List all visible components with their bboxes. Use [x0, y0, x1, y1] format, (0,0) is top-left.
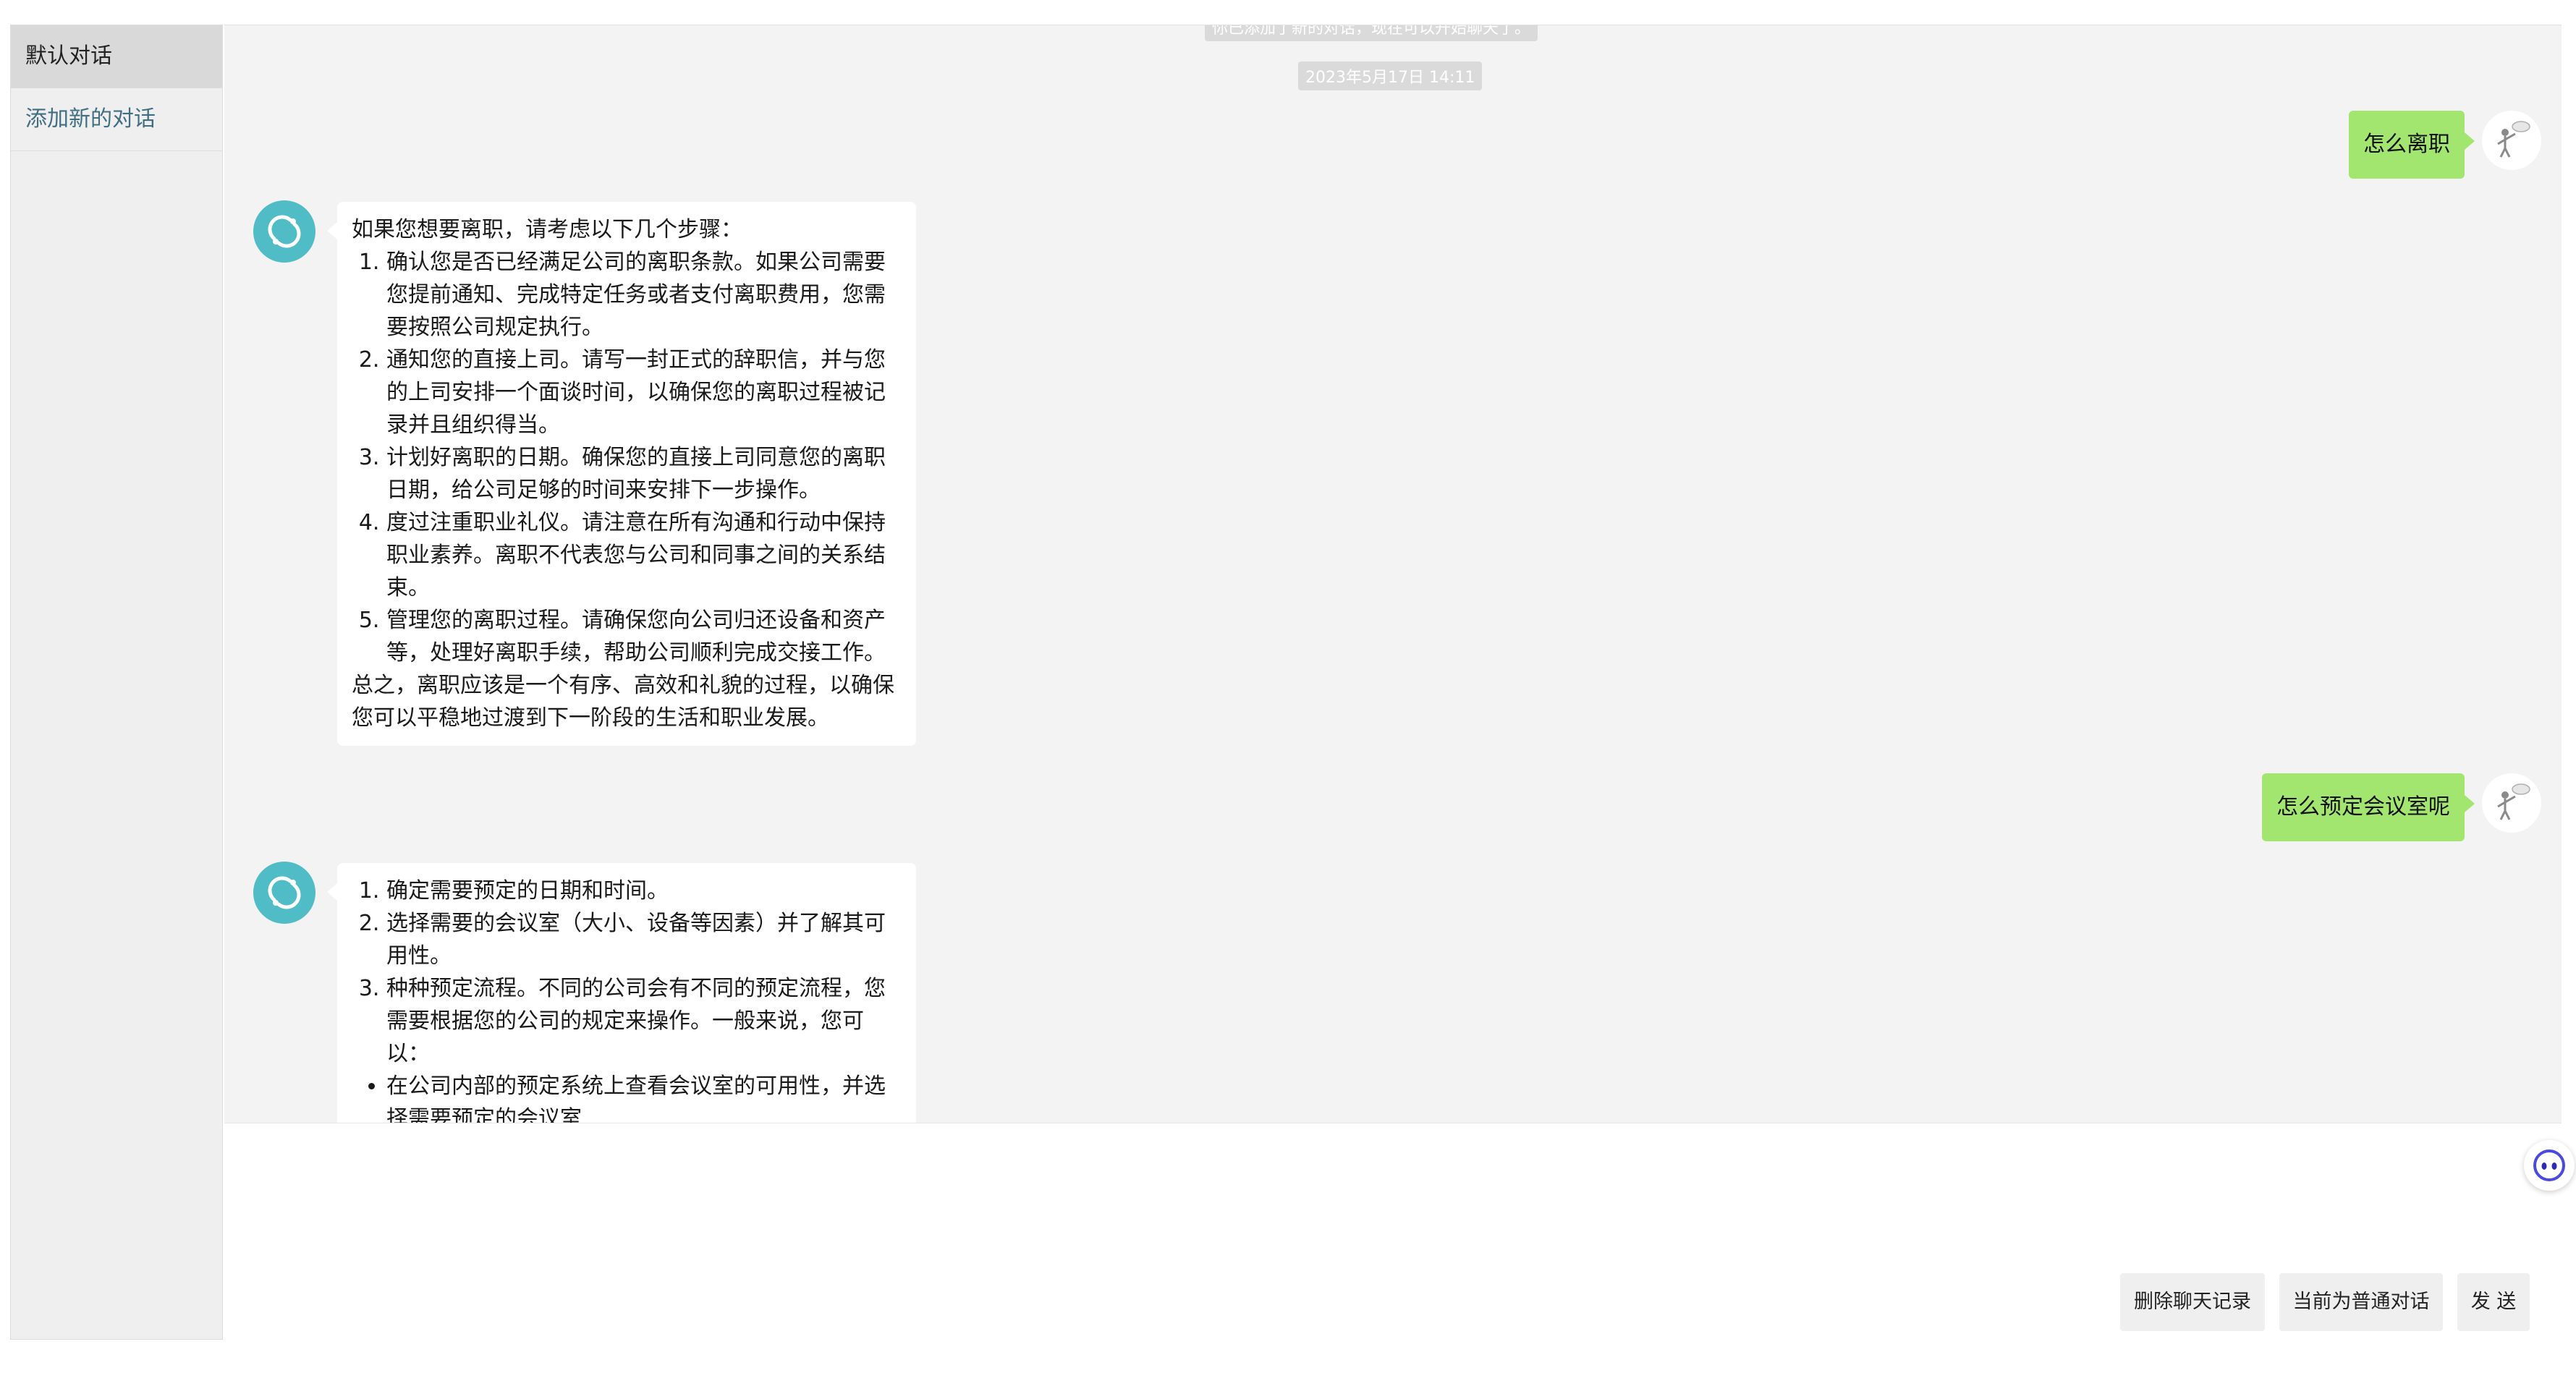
bot-message-bubble: 如果您想要离职，请考虑以下几个步骤： 确认您是否已经满足公司的离职条款。如果公司…: [327, 202, 916, 746]
bot-message-steps: 确定需要预定的日期和时间。 选择需要的会议室（大小、设备等因素）并了解其可用性。…: [352, 875, 903, 1070]
robot-face-icon: [2533, 1149, 2565, 1181]
list-item: 度过注重职业礼仪。请注意在所有沟通和行动中保持职业素养。离职不代表您与公司和同事…: [386, 506, 903, 604]
list-item: 管理您的离职过程。请确保您向公司归还设备和资产等，处理好离职手续，帮助公司顺利完…: [386, 604, 903, 669]
bot-message-intro: 如果您想要离职，请考虑以下几个步骤：: [352, 217, 742, 242]
list-item: 确认您是否已经满足公司的离职条款。如果公司需要您提前通知、完成特定任务或者支付离…: [386, 246, 903, 344]
user-message-text: 怎么预定会议室呢: [2276, 794, 2450, 820]
user-message-text: 怎么离职: [2363, 132, 2450, 157]
list-item: 确定需要预定的日期和时间。: [386, 875, 903, 907]
chat-logo-icon: [268, 876, 301, 909]
user-message-bubble: 怎么预定会议室呢: [2262, 773, 2475, 841]
sidebar-item-default-conversation[interactable]: 默认对话: [11, 25, 222, 88]
message-timestamp: 2023年5月17日 14:11: [1298, 61, 1483, 90]
list-item: 种种预定流程。不同的公司会有不同的预定流程，您需要根据您的公司的规定来操作。一般…: [386, 972, 903, 1070]
stick-figure-avatar-icon: [2497, 783, 2530, 820]
bot-avatar: [253, 862, 315, 924]
user-message-bubble: 怎么离职: [2349, 111, 2475, 179]
list-item: 通知您的直接上司。请写一封正式的辞职信，并与您的上司安排一个面谈时间，以确保您的…: [386, 344, 903, 441]
clear-history-button[interactable]: 删除聊天记录: [2120, 1273, 2265, 1331]
user-avatar: [2482, 773, 2541, 833]
list-item: 计划好离职的日期。确保您的直接上司同意您的离职日期，给公司足够的时间来安排下一步…: [386, 441, 903, 506]
system-notice: 你已添加了新的对话，现在可以开始聊天了。: [1205, 25, 1538, 41]
bot-message-bubble: 确定需要预定的日期和时间。 选择需要的会议室（大小、设备等因素）并了解其可用性。…: [327, 863, 916, 1123]
list-item: 在公司内部的预定系统上查看会议室的可用性，并选择需要预定的会议室: [386, 1070, 903, 1123]
chat-message-list[interactable]: 你已添加了新的对话，现在可以开始聊天了。 2023年5月17日 14:11 怎么…: [224, 25, 2562, 1123]
bot-avatar: [253, 200, 315, 263]
send-button[interactable]: 发 送: [2457, 1273, 2530, 1331]
stick-figure-avatar-icon: [2497, 121, 2530, 158]
sidebar-item-add-conversation[interactable]: 添加新的对话: [11, 88, 222, 151]
conversation-mode-button[interactable]: 当前为普通对话: [2279, 1273, 2443, 1331]
assistant-floating-button[interactable]: [2524, 1140, 2575, 1191]
bot-message-outro: 总之，离职应该是一个有序、高效和礼貌的过程，以确保您可以平稳地过渡到下一阶段的生…: [352, 673, 894, 731]
list-item: 选择需要的会议室（大小、设备等因素）并了解其可用性。: [386, 907, 903, 972]
bot-message-bullets: 在公司内部的预定系统上查看会议室的可用性，并选择需要预定的会议室: [352, 1070, 903, 1123]
user-avatar: [2482, 111, 2541, 170]
bot-message-steps: 确认您是否已经满足公司的离职条款。如果公司需要您提前通知、完成特定任务或者支付离…: [352, 246, 903, 669]
conversation-sidebar: 默认对话 添加新的对话: [10, 25, 223, 1340]
chat-logo-icon: [268, 215, 301, 248]
